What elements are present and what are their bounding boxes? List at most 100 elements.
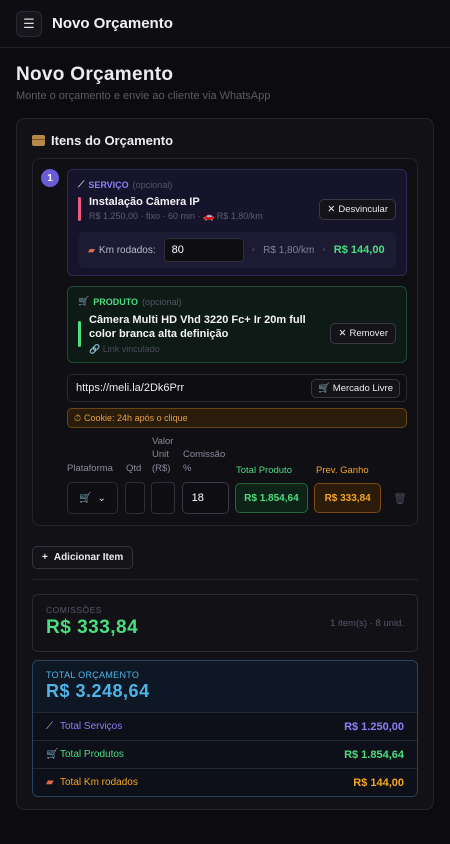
cart-icon: 🛒 [317,382,330,394]
summary-label: Total Serviços [60,721,123,732]
items-title-text: Itens do Orçamento [51,133,174,148]
remove-label: Remover [349,328,388,340]
summary-value: R$ 1.250,00 [344,720,404,733]
service-tag: SERVIÇO [88,179,129,190]
url-text: https://meli.la/2Dk6Prr [76,382,185,394]
total-box: TOTAL ORÇAMENTO R$ 3.248,64 ⟋ Total Serv… [32,660,418,797]
marketplace-button[interactable]: 🛒 Mercado Livre [310,378,400,398]
total-top: TOTAL ORÇAMENTO R$ 3.248,64 [33,661,417,712]
topbar-title: Novo Orçamento [52,15,173,32]
service-optional-note: (opcional) [132,179,173,190]
add-item-label: Adicionar Item [53,552,124,563]
product-info: Câmera Multi HD Vhd 3220 Fc+ Ir 20m full… [89,313,320,355]
total-label: TOTAL ORÇAMENTO [46,670,140,680]
wrench-icon: ⟋ [46,721,53,732]
link-note-text: Link vinculado [102,343,160,354]
total-product-value: R$ 1.854,64 [234,483,309,513]
platform-header: Plataforma [67,463,113,475]
total-value: R$ 3.248,64 [46,681,150,701]
item-body: ⟋ SERVIÇO (opcional) Instalação Câmera I… [67,169,407,515]
link-icon: 🔗 [89,343,101,354]
page-content: Novo Orçamento Monte o orçamento e envie… [0,48,450,810]
km-label-text: Km rodados: [98,244,156,256]
unlink-button[interactable]: ✕ Desvincular [319,198,396,220]
plus-icon: + [42,552,48,563]
close-icon: ✕ [327,203,336,215]
fields-row: 🛒 ⌄ 18 R$ 1.854,64 R$ 333,84 🗑 [67,482,407,514]
service-tag-line: ⟋ SERVIÇO (opcional) [78,179,396,190]
qty-input[interactable] [124,482,145,514]
url-field[interactable]: https://meli.la/2Dk6Prr 🛒 Mercado Livre [67,374,407,402]
car-icon: ▰ [88,244,95,255]
total-product-header: Total Produto [236,465,292,476]
cart-icon: 🛒 [78,492,92,504]
service-name: Instalação Câmera IP [89,196,200,208]
add-item-button[interactable]: + Adicionar Item [32,546,134,569]
service-accent-bar [78,197,81,221]
km-input[interactable]: 80 [163,238,244,262]
prev-gain-header: Prev. Ganho [316,465,369,476]
product-tag-line: 🛒 PRODUTO (opcional) [78,296,396,307]
unit-header-line: Unit [152,449,169,461]
platform-select[interactable]: 🛒 ⌄ [67,482,118,514]
product-accent-bar [78,320,81,347]
cookie-note-text: Cookie: 24h após o clique [84,413,188,423]
separator-dot: • [251,244,256,256]
fields-header: Plataforma Qtd Valor Unit (R$) Comissão … [67,436,407,476]
commission-header-line: % [183,463,192,475]
unit-value-input[interactable] [150,482,175,514]
product-row: Câmera Multi HD Vhd 3220 Fc+ Ir 20m full… [78,313,396,355]
km-label: ▰ Km rodados: [88,245,156,256]
summary-label: Total Km rodados [60,777,138,788]
commission-header: Comissão % [183,448,236,476]
trash-icon[interactable]: 🗑 [393,492,407,505]
separator-dot: • [322,244,326,256]
summary-value: R$ 144,00 [353,776,404,789]
car-icon: ▰ [46,777,54,788]
product-tag: PRODUTO [93,296,139,307]
budget-item: 1 ⟋ SERVIÇO (opcional) Instalação Câmera… [32,158,418,526]
summary-row-products: 🛒 Total Produtos R$ 1.854,64 [33,740,417,768]
package-icon [32,135,45,146]
summary-value: R$ 1.854,64 [344,748,404,761]
cookie-note: ⏱ Cookie: 24h após o clique [67,408,407,428]
service-row: Instalação Câmera IP R$ 1.250,00 · fixo … [78,196,396,222]
km-rate: R$ 1,80/km [263,244,315,256]
cart-icon: 🛒 [78,296,90,306]
summary-row-km: ▰ Total Km rodados R$ 144,00 [33,768,417,796]
service-meta: R$ 1.250,00 · fixo · 60 min · 🚗 R$ 1,80/… [89,211,263,221]
divider [32,579,418,580]
service-info: Instalação Câmera IP R$ 1.250,00 · fixo … [89,196,263,222]
service-box: ⟋ SERVIÇO (opcional) Instalação Câmera I… [67,169,407,276]
qty-header: Qtd [126,463,142,475]
wrench-icon: ⟋ [78,179,85,189]
clock-icon: ⏱ [74,412,82,423]
unit-header: Valor Unit (R$) [152,435,183,476]
commissions-meta: 1 item(s) · 8 unid. [330,618,404,629]
commissions-label: COMISSÕES [46,605,102,615]
commissions-box: COMISSÕES R$ 333,84 1 item(s) · 8 unid. [32,594,418,652]
page-title: Novo Orçamento [16,64,174,85]
page-subtitle: Monte o orçamento e envie ao cliente via… [16,90,271,102]
commission-header-line: Comissão [183,449,226,461]
summary-row-services: ⟋ Total Serviços R$ 1.250,00 [33,712,417,740]
item-number-badge: 1 [41,169,59,187]
unit-header-line: Valor [152,435,174,447]
items-card: Itens do Orçamento 1 ⟋ SERVIÇO (opcional… [16,118,434,810]
remove-button[interactable]: ✕ Remover [330,323,396,345]
commission-input[interactable]: 18 [181,482,229,514]
items-section-title: Itens do Orçamento [32,133,418,148]
menu-icon[interactable]: ☰ [16,10,42,37]
km-total: R$ 144,00 [333,244,385,256]
km-row: ▰ Km rodados: 80 • R$ 1,80/km • R$ 144,0… [78,232,396,268]
prev-gain-value: R$ 333,84 [314,483,382,513]
close-icon: ✕ [338,328,347,340]
marketplace-label: Mercado Livre [332,382,393,394]
cart-icon: 🛒 [46,749,59,760]
product-name: Câmera Multi HD Vhd 3220 Fc+ Ir 20m full… [89,314,306,341]
chevron-down-icon: ⌄ [97,492,106,504]
top-bar: ☰ Novo Orçamento [0,0,450,48]
unit-header-line: (R$) [152,463,171,475]
product-box: 🛒 PRODUTO (opcional) Câmera Multi HD Vhd… [67,286,407,363]
unlink-label: Desvincular [338,203,388,215]
